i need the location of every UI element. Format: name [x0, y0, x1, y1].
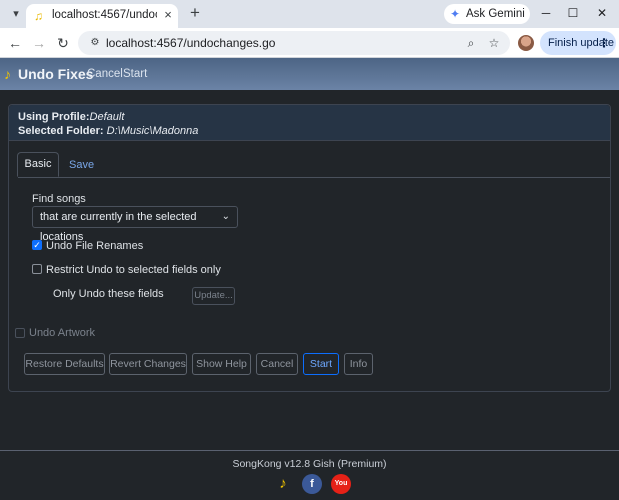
- browser-toolbar: ← → ↻ ⚙ localhost:4567/undochanges.go ⌕ …: [0, 28, 619, 58]
- find-songs-label: Find songs: [32, 193, 86, 205]
- undo-artwork-checkbox[interactable]: [15, 328, 25, 338]
- new-tab-plus-icon[interactable]: +: [186, 4, 204, 22]
- facebook-icon[interactable]: f: [302, 474, 322, 494]
- tab-close-icon[interactable]: ×: [161, 8, 175, 22]
- revert-changes-button[interactable]: Revert Changes: [109, 353, 187, 375]
- tab-basic[interactable]: Basic: [17, 152, 59, 177]
- restrict-undo-label[interactable]: Restrict Undo to selected fields only: [46, 264, 221, 276]
- folder-label: Selected Folder:: [18, 125, 104, 137]
- cancel-button[interactable]: Cancel: [256, 353, 298, 375]
- ask-gemini-button[interactable]: ✦ Ask Gemini: [444, 4, 530, 24]
- youtube-icon[interactable]: You: [331, 474, 351, 494]
- songkong-logo-icon: ♪: [4, 66, 11, 82]
- only-undo-fields-label: Only Undo these fields: [53, 288, 164, 300]
- window-close-icon[interactable]: ✕: [592, 4, 612, 22]
- tabs-divider: [18, 177, 610, 178]
- songkong-logo-icon[interactable]: ♪: [273, 474, 293, 494]
- gemini-sparkle-icon: ✦: [450, 7, 461, 21]
- restrict-undo-checkbox[interactable]: [32, 264, 42, 274]
- info-button[interactable]: Info: [344, 353, 373, 375]
- address-bar[interactable]: ⚙ localhost:4567/undochanges.go ⌕ ☆: [78, 31, 510, 55]
- card-header: Using Profile:Default Selected Folder: D…: [9, 105, 610, 141]
- start-button[interactable]: Start: [303, 353, 339, 375]
- footer-divider: [0, 450, 619, 451]
- update-fields-button[interactable]: Update...: [192, 287, 235, 305]
- maximize-icon[interactable]: ☐: [563, 4, 583, 22]
- back-arrow-icon[interactable]: ←: [5, 33, 25, 53]
- reload-icon[interactable]: ↻: [53, 33, 73, 53]
- finish-update-button[interactable]: Finish update ⋮: [540, 31, 616, 55]
- tab-title: localhost:4567/undochanges.go: [52, 9, 157, 21]
- music-note-favicon-icon: ♫: [34, 9, 43, 23]
- site-info-icon[interactable]: ⚙: [88, 36, 102, 50]
- forward-arrow-icon[interactable]: →: [29, 33, 49, 53]
- undo-file-renames-checkbox[interactable]: ✓: [32, 240, 42, 250]
- header-cancel-link[interactable]: Cancel: [87, 68, 123, 80]
- undo-file-renames-label[interactable]: Undo File Renames: [46, 240, 143, 252]
- zoom-search-icon[interactable]: ⌕: [463, 35, 479, 51]
- page-title: Undo Fixes: [18, 66, 94, 82]
- show-help-button[interactable]: Show Help: [192, 353, 251, 375]
- more-menu-icon[interactable]: ⋮: [598, 31, 610, 55]
- app-header: ♪ Undo Fixes Cancel Start: [0, 58, 619, 90]
- profile-value: Default: [89, 111, 125, 123]
- bookmark-star-icon[interactable]: ☆: [486, 35, 502, 51]
- tab-search-chevron-icon[interactable]: ▾: [8, 6, 24, 22]
- folder-line: Selected Folder: D:\Music\Madonna: [18, 125, 198, 137]
- header-start-link[interactable]: Start: [123, 68, 147, 80]
- url-text[interactable]: localhost:4567/undochanges.go: [106, 36, 275, 50]
- find-songs-select[interactable]: that are currently in the selected locat…: [32, 206, 238, 243]
- profile-line: Using Profile:Default: [18, 111, 124, 123]
- chevron-down-icon: ⌄: [221, 211, 230, 222]
- minimize-icon[interactable]: ─: [536, 4, 556, 22]
- profile-label: Using Profile:: [18, 111, 90, 123]
- footer-version: SongKong v12.8 Gish (Premium): [232, 458, 387, 470]
- profile-avatar[interactable]: [518, 35, 534, 51]
- ask-gemini-label: Ask Gemini: [466, 8, 525, 20]
- restore-defaults-button[interactable]: Restore Defaults: [24, 353, 105, 375]
- tab-save[interactable]: Save: [69, 159, 94, 171]
- undo-artwork-label[interactable]: Undo Artwork: [29, 327, 95, 339]
- browser-tab-strip: ▾ ♫ localhost:4567/undochanges.go × + ✦ …: [0, 0, 619, 28]
- browser-tab[interactable]: ♫ localhost:4567/undochanges.go ×: [26, 4, 178, 28]
- folder-value: D:\Music\Madonna: [106, 125, 199, 137]
